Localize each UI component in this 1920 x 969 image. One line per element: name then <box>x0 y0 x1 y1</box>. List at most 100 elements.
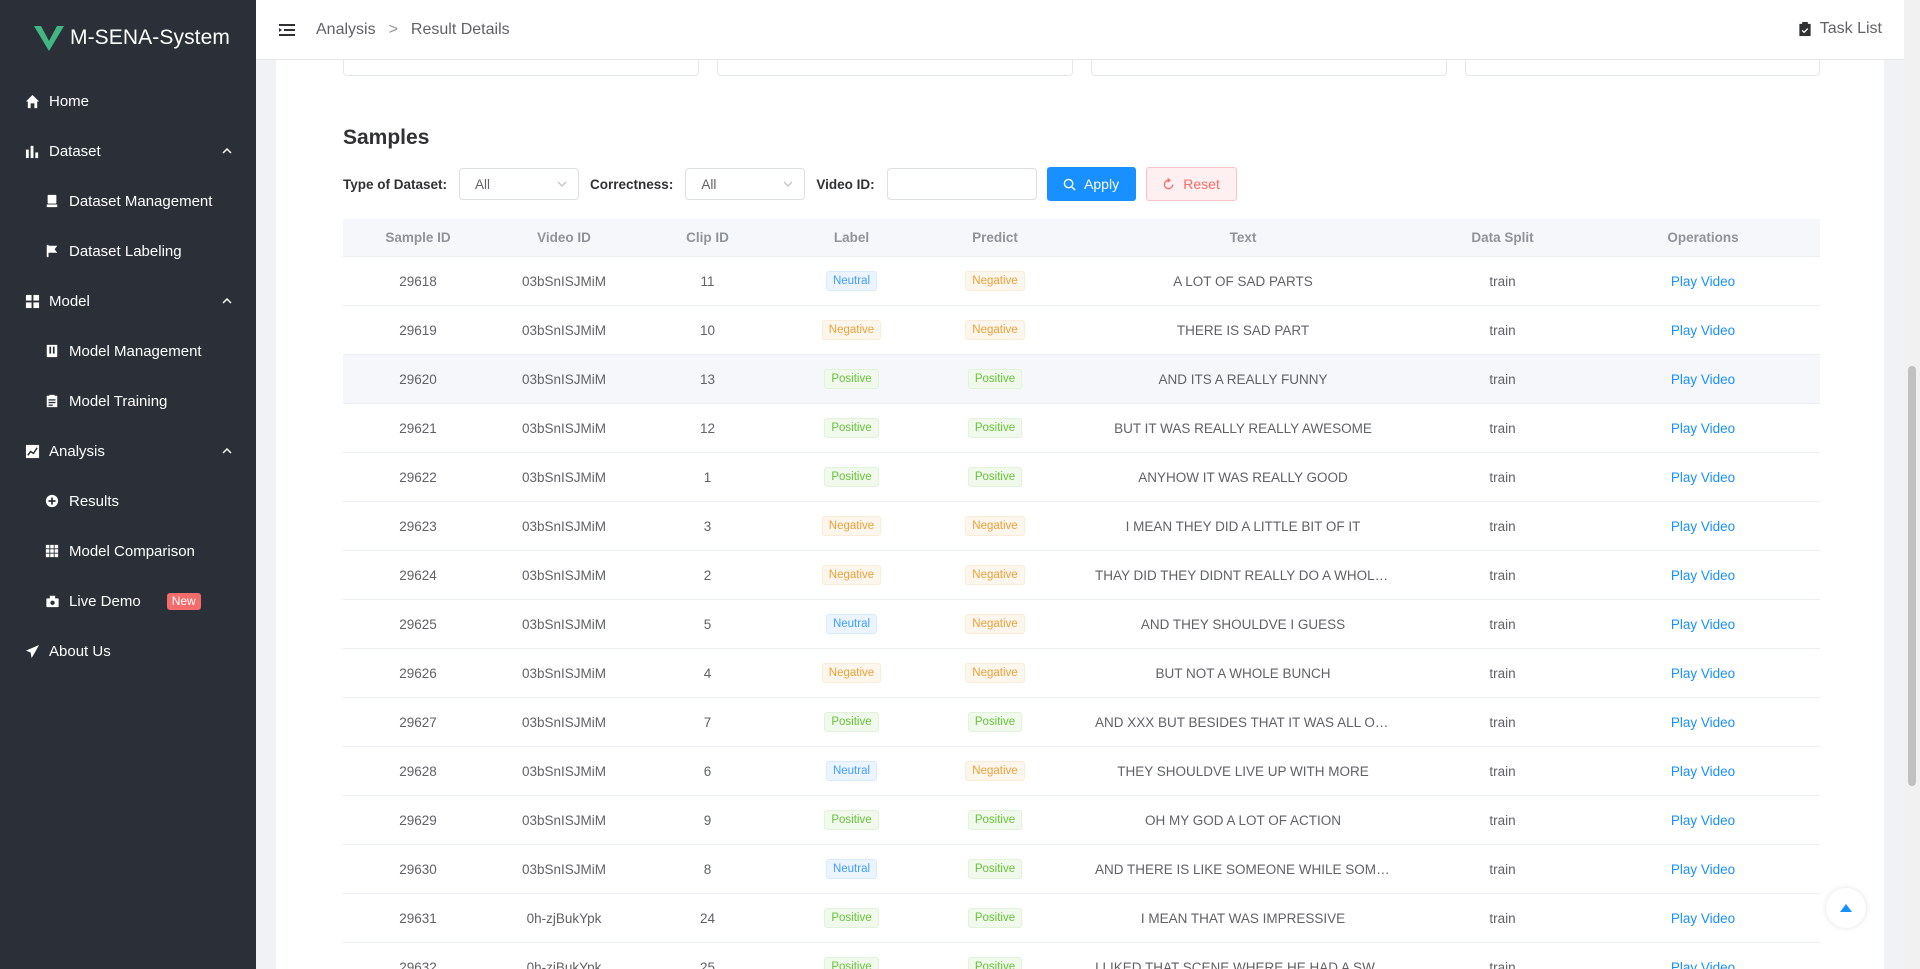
play-video-link[interactable]: Play Video <box>1671 813 1735 828</box>
chevron-up-icon <box>222 147 232 154</box>
text-cell: OH MY GOD A LOT OF ACTION <box>1144 812 1342 828</box>
table-row[interactable]: 29620 03bSnISJMiM 13 Positive Positive AND IT… <box>343 355 1820 404</box>
predict-cell: Positive <box>923 369 1067 389</box>
paper-plane-icon <box>24 643 40 659</box>
sidebar-item-model-comparison[interactable]: Model Comparison <box>0 526 256 576</box>
data-split-cell: train <box>1489 763 1516 779</box>
table-row[interactable]: 29628 03bSnISJMiM 6 Neutral Negative THEY SHO… <box>343 747 1820 796</box>
predict-tag: Negative <box>965 320 1025 340</box>
table-row[interactable]: 29626 03bSnISJMiM 4 Negative Negative BUT NOT… <box>343 649 1820 698</box>
table-row[interactable]: 29631 0h-zjBukYpk 24 Positive Positive I MEAN… <box>343 894 1820 943</box>
sidebar-item-dataset-management[interactable]: Dataset Management <box>0 176 256 226</box>
correctness-select[interactable]: All <box>685 168 806 200</box>
sidebar-item-dataset-labeling[interactable]: Dataset Labeling <box>0 226 256 276</box>
sidebar-item-home[interactable]: Home <box>0 76 256 126</box>
column-header: Clip ID <box>686 230 729 245</box>
play-video-link[interactable]: Play Video <box>1671 470 1735 485</box>
sample-id-cell: 29619 <box>399 322 437 338</box>
video-id-cell: 0h-zjBukYpk <box>526 959 602 969</box>
clip-id-cell: 4 <box>703 665 712 681</box>
play-video-link[interactable]: Play Video <box>1671 372 1735 387</box>
clip-id-cell: 11 <box>700 273 715 289</box>
table-row[interactable]: 29629 03bSnISJMiM 9 Positive Positive OH MY G… <box>343 796 1820 845</box>
sidebar-item-model[interactable]: Model <box>0 276 256 326</box>
label-tag: Positive <box>824 908 879 928</box>
play-video-link[interactable]: Play Video <box>1671 862 1735 877</box>
table-row[interactable]: 29623 03bSnISJMiM 3 Negative Negative I MEAN … <box>343 502 1820 551</box>
sidebar-item-model-management[interactable]: Model Management <box>0 326 256 376</box>
play-video-link[interactable]: Play Video <box>1671 960 1735 969</box>
play-video-link[interactable]: Play Video <box>1671 666 1735 681</box>
apply-label: Apply <box>1084 176 1120 192</box>
table-row[interactable]: 29630 03bSnISJMiM 8 Neutral Positive AND THER… <box>343 845 1820 894</box>
breadcrumb-analysis[interactable]: Analysis <box>316 21 376 39</box>
video-id-input[interactable] <box>886 168 1037 200</box>
play-video-link[interactable]: Play Video <box>1671 274 1735 289</box>
stat-box <box>717 60 1073 76</box>
data-split-cell: train <box>1489 812 1516 828</box>
play-video-link[interactable]: Play Video <box>1671 421 1735 436</box>
sidebar-item-live-demo[interactable]: Live Demo New <box>0 576 256 626</box>
task-list-button[interactable]: Task List <box>1798 20 1882 38</box>
label-tag: Positive <box>824 810 879 830</box>
table-row[interactable]: 29618 03bSnISJMiM 11 Neutral Negative A LOT O… <box>343 257 1820 306</box>
play-video-link[interactable]: Play Video <box>1671 911 1735 926</box>
table-body: 29618 03bSnISJMiM 11 Neutral Negative A LOT O… <box>343 257 1820 969</box>
play-video-link[interactable]: Play Video <box>1671 323 1735 338</box>
sidebar-item-label: Model <box>49 292 90 310</box>
app-logo[interactable]: M-SENA-System <box>0 0 256 76</box>
chevron-down-icon <box>783 181 793 187</box>
label-cell: Neutral <box>780 859 923 879</box>
table-row[interactable]: 29625 03bSnISJMiM 5 Neutral Negative AND THEY… <box>343 600 1820 649</box>
table-row[interactable]: 29621 03bSnISJMiM 12 Positive Positive BUT IT… <box>343 404 1820 453</box>
apply-button[interactable]: Apply <box>1046 167 1136 201</box>
table-row[interactable]: 29632 0h-zjBukYpk 25 Positive Positive I LIKE… <box>343 943 1820 969</box>
page-scrollbar[interactable] <box>1904 0 1920 969</box>
table-row[interactable]: 29624 03bSnISJMiM 2 Negative Negative THAY DI… <box>343 551 1820 600</box>
type-of-dataset-select[interactable]: All <box>459 168 580 200</box>
chevron-up-icon <box>222 297 232 304</box>
operations-cell: Play Video <box>1586 372 1820 387</box>
video-id-cell: 03bSnISJMiM <box>521 763 607 779</box>
play-video-link[interactable]: Play Video <box>1671 568 1735 583</box>
sidebar-item-about-us[interactable]: About Us <box>0 626 256 676</box>
predict-cell: Positive <box>923 908 1067 928</box>
predict-tag: Positive <box>967 957 1023 969</box>
back-to-top-button[interactable] <box>1826 888 1866 928</box>
video-id-cell: 03bSnISJMiM <box>521 273 607 289</box>
vue-logo-icon <box>34 26 64 51</box>
data-split-cell: train <box>1489 371 1516 387</box>
menu-fold-icon[interactable] <box>278 21 296 39</box>
play-video-link[interactable]: Play Video <box>1671 764 1735 779</box>
label-cell: Negative <box>780 663 923 683</box>
samples-title: Samples <box>343 126 430 149</box>
data-split-cell: train <box>1489 567 1516 583</box>
reset-button[interactable]: Reset <box>1145 167 1237 201</box>
column-header: Predict <box>972 230 1018 245</box>
table-row[interactable]: 29619 03bSnISJMiM 10 Negative Negative THERE … <box>343 306 1820 355</box>
video-id-cell: 03bSnISJMiM <box>521 567 607 583</box>
data-split-cell: train <box>1489 714 1516 730</box>
sample-id-cell: 29622 <box>399 469 437 485</box>
label-cell: Neutral <box>780 271 923 291</box>
table-row[interactable]: 29627 03bSnISJMiM 7 Positive Positive AND XXX… <box>343 698 1820 747</box>
sidebar-item-analysis[interactable]: Analysis <box>0 426 256 476</box>
text-cell: BUT NOT A WHOLE BUNCH <box>1155 665 1331 681</box>
select-value: All <box>701 176 717 192</box>
play-video-link[interactable]: Play Video <box>1671 715 1735 730</box>
label-tag: Neutral <box>825 761 878 781</box>
play-video-link[interactable]: Play Video <box>1671 617 1735 632</box>
sidebar-item-model-training[interactable]: Model Training <box>0 376 256 426</box>
scrollbar-thumb[interactable] <box>1908 366 1916 786</box>
sidebar-item-label: Analysis <box>49 442 105 460</box>
label-tag: Positive <box>824 712 879 732</box>
refresh-icon <box>1163 177 1174 189</box>
sidebar-item-results[interactable]: Results <box>0 476 256 526</box>
sidebar-item-dataset[interactable]: Dataset <box>0 126 256 176</box>
caret-up-icon <box>1840 904 1852 912</box>
play-video-link[interactable]: Play Video <box>1671 519 1735 534</box>
video-id-cell: 03bSnISJMiM <box>521 861 607 877</box>
label-tag: Positive <box>824 957 879 969</box>
grid-icon <box>24 293 40 309</box>
table-row[interactable]: 29622 03bSnISJMiM 1 Positive Positive ANYHOW … <box>343 453 1820 502</box>
